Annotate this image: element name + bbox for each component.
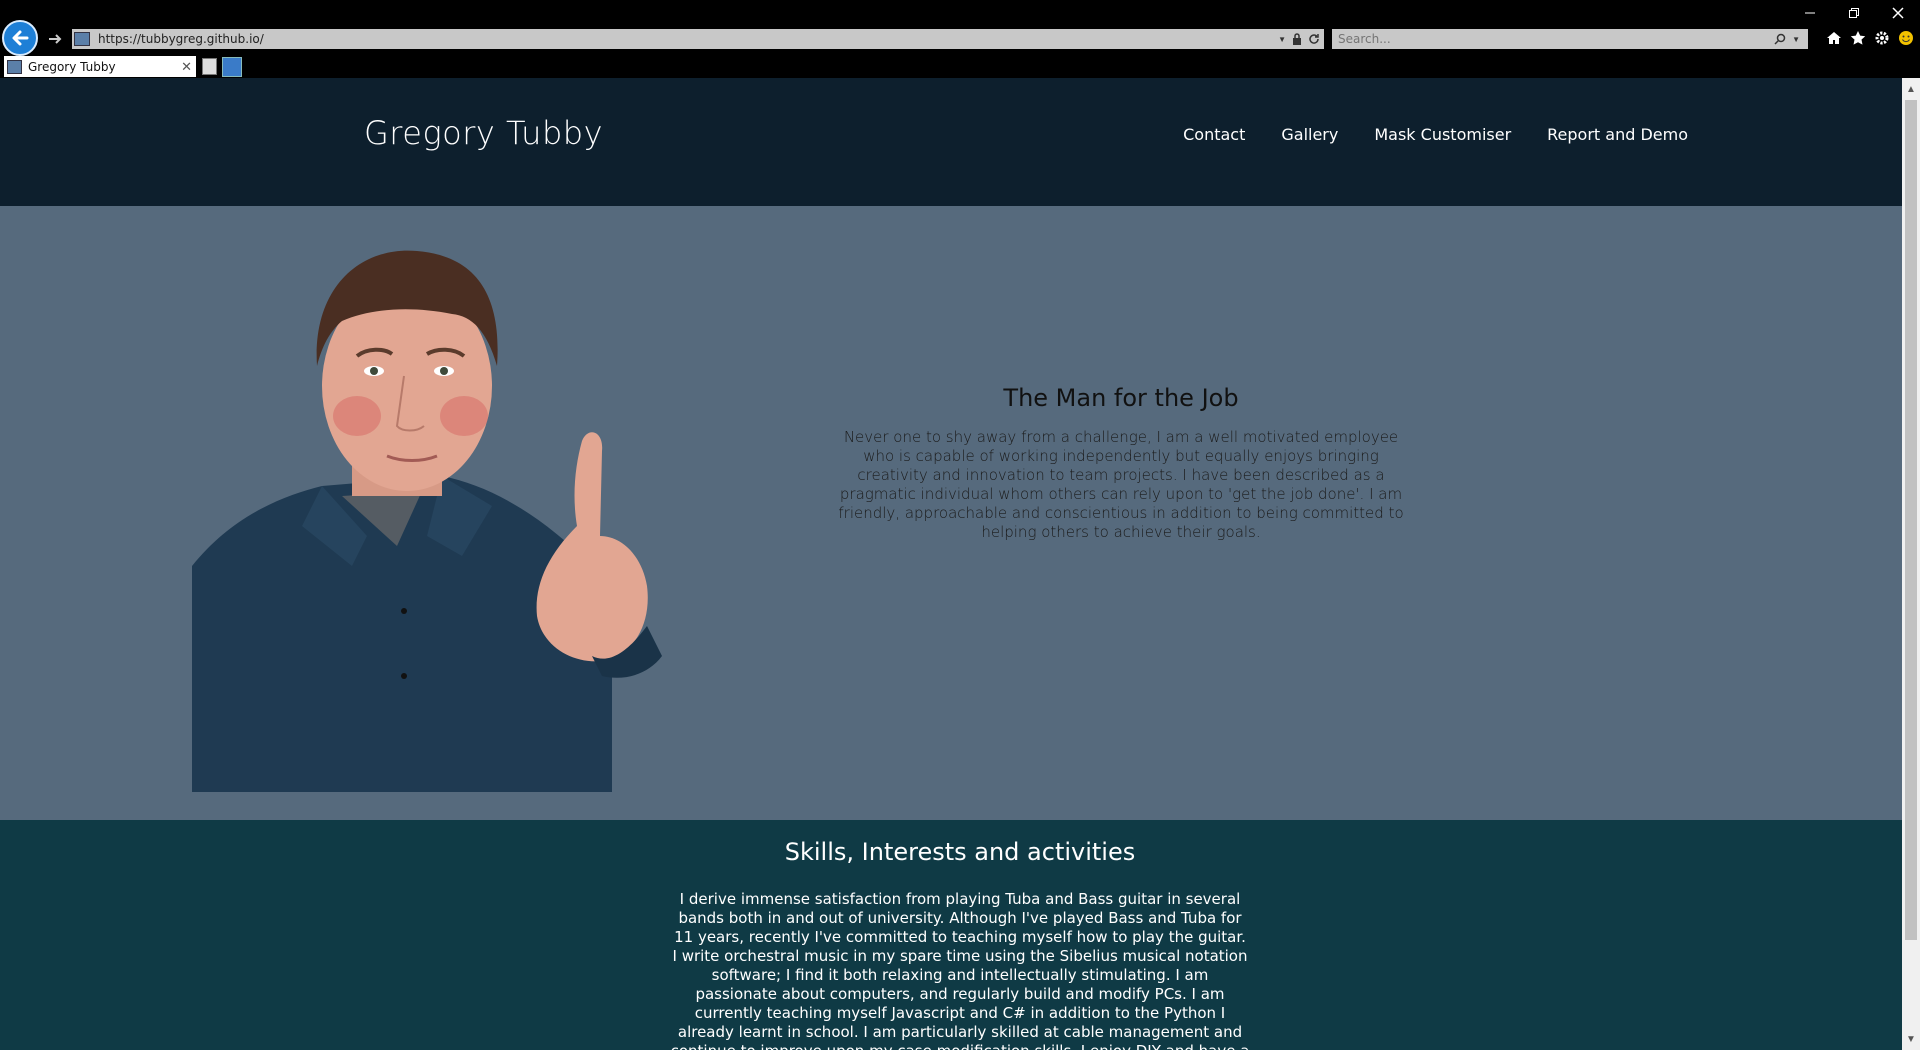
nav-link-gallery[interactable]: Gallery — [1281, 125, 1338, 144]
skills-heading: Skills, Interests and activities — [784, 838, 1136, 866]
new-tab-button[interactable] — [202, 58, 217, 75]
site-favicon-icon — [74, 32, 90, 46]
skills-section: Skills, Interests and activities I deriv… — [0, 820, 1902, 1050]
tab-close-icon[interactable]: ✕ — [181, 59, 192, 75]
tab-favicon-icon — [7, 59, 22, 74]
toolbar-icons — [1826, 30, 1914, 46]
window-controls — [1802, 4, 1906, 22]
forward-button[interactable] — [44, 28, 66, 50]
main-nav: Contact Gallery Mask Customiser Report a… — [1183, 125, 1688, 144]
close-window-button[interactable] — [1890, 4, 1906, 22]
back-arrow-icon — [12, 30, 29, 46]
tab-title: Gregory Tubby — [28, 59, 116, 74]
restore-button[interactable] — [1846, 4, 1862, 22]
browser-chrome: https://tubbygreg.github.io/ ▼ ▼ — [0, 0, 1920, 78]
nav-link-contact[interactable]: Contact — [1183, 125, 1245, 144]
scroll-down-icon[interactable]: ▼ — [1902, 1030, 1920, 1048]
nav-link-report-and-demo[interactable]: Report and Demo — [1547, 125, 1688, 144]
minimize-button[interactable] — [1802, 4, 1818, 22]
web-page: Gregory Tubby Contact Gallery Mask Custo… — [0, 78, 1902, 1050]
search-dropdown-icon[interactable]: ▼ — [1792, 35, 1800, 44]
page-scrollbar[interactable]: ▲ ▼ — [1902, 78, 1920, 1050]
close-icon — [1892, 7, 1904, 19]
restore-icon — [1849, 8, 1859, 18]
minimize-icon — [1805, 12, 1815, 14]
scroll-up-icon[interactable]: ▲ — [1902, 80, 1920, 98]
skills-paragraph: I derive immense satisfaction from playi… — [671, 890, 1250, 1050]
lock-icon[interactable] — [1292, 33, 1302, 45]
smiley-feedback-icon[interactable] — [1898, 30, 1914, 46]
tab-gregory-tubby[interactable]: Gregory Tubby ✕ — [4, 56, 196, 77]
hero-paragraph: Never one to shy away from a challenge, … — [838, 428, 1404, 541]
url-host: tubbygreg.github.io/ — [141, 32, 264, 46]
address-text: https://tubbygreg.github.io/ — [98, 32, 264, 46]
site-header: Gregory Tubby Contact Gallery Mask Custo… — [0, 78, 1902, 206]
browser-logo-icon[interactable] — [222, 57, 242, 77]
favorites-star-icon[interactable] — [1850, 30, 1866, 46]
search-icon[interactable] — [1774, 33, 1786, 45]
hero-section: The Man for the Job Never one to shy awa… — [0, 206, 1902, 820]
dropdown-icon[interactable]: ▼ — [1278, 35, 1286, 44]
back-button[interactable] — [2, 20, 38, 56]
url-scheme: https — [98, 32, 129, 46]
gear-icon[interactable] — [1874, 30, 1890, 46]
hero-heading: The Man for the Job — [1003, 384, 1239, 412]
hero-text: The Man for the Job Never one to shy awa… — [838, 384, 1404, 542]
home-icon[interactable] — [1826, 30, 1842, 46]
scroll-thumb[interactable] — [1905, 100, 1917, 940]
forward-arrow-icon — [49, 34, 62, 44]
portrait-photo — [192, 250, 662, 792]
search-bar[interactable]: ▼ — [1332, 29, 1808, 49]
search-input[interactable] — [1338, 32, 1758, 46]
refresh-icon[interactable] — [1308, 33, 1320, 45]
site-title[interactable]: Gregory Tubby — [364, 114, 603, 152]
nav-link-mask-customiser[interactable]: Mask Customiser — [1374, 125, 1511, 144]
address-bar[interactable]: https://tubbygreg.github.io/ ▼ — [72, 29, 1324, 49]
tab-strip: Gregory Tubby ✕ — [0, 56, 1920, 78]
